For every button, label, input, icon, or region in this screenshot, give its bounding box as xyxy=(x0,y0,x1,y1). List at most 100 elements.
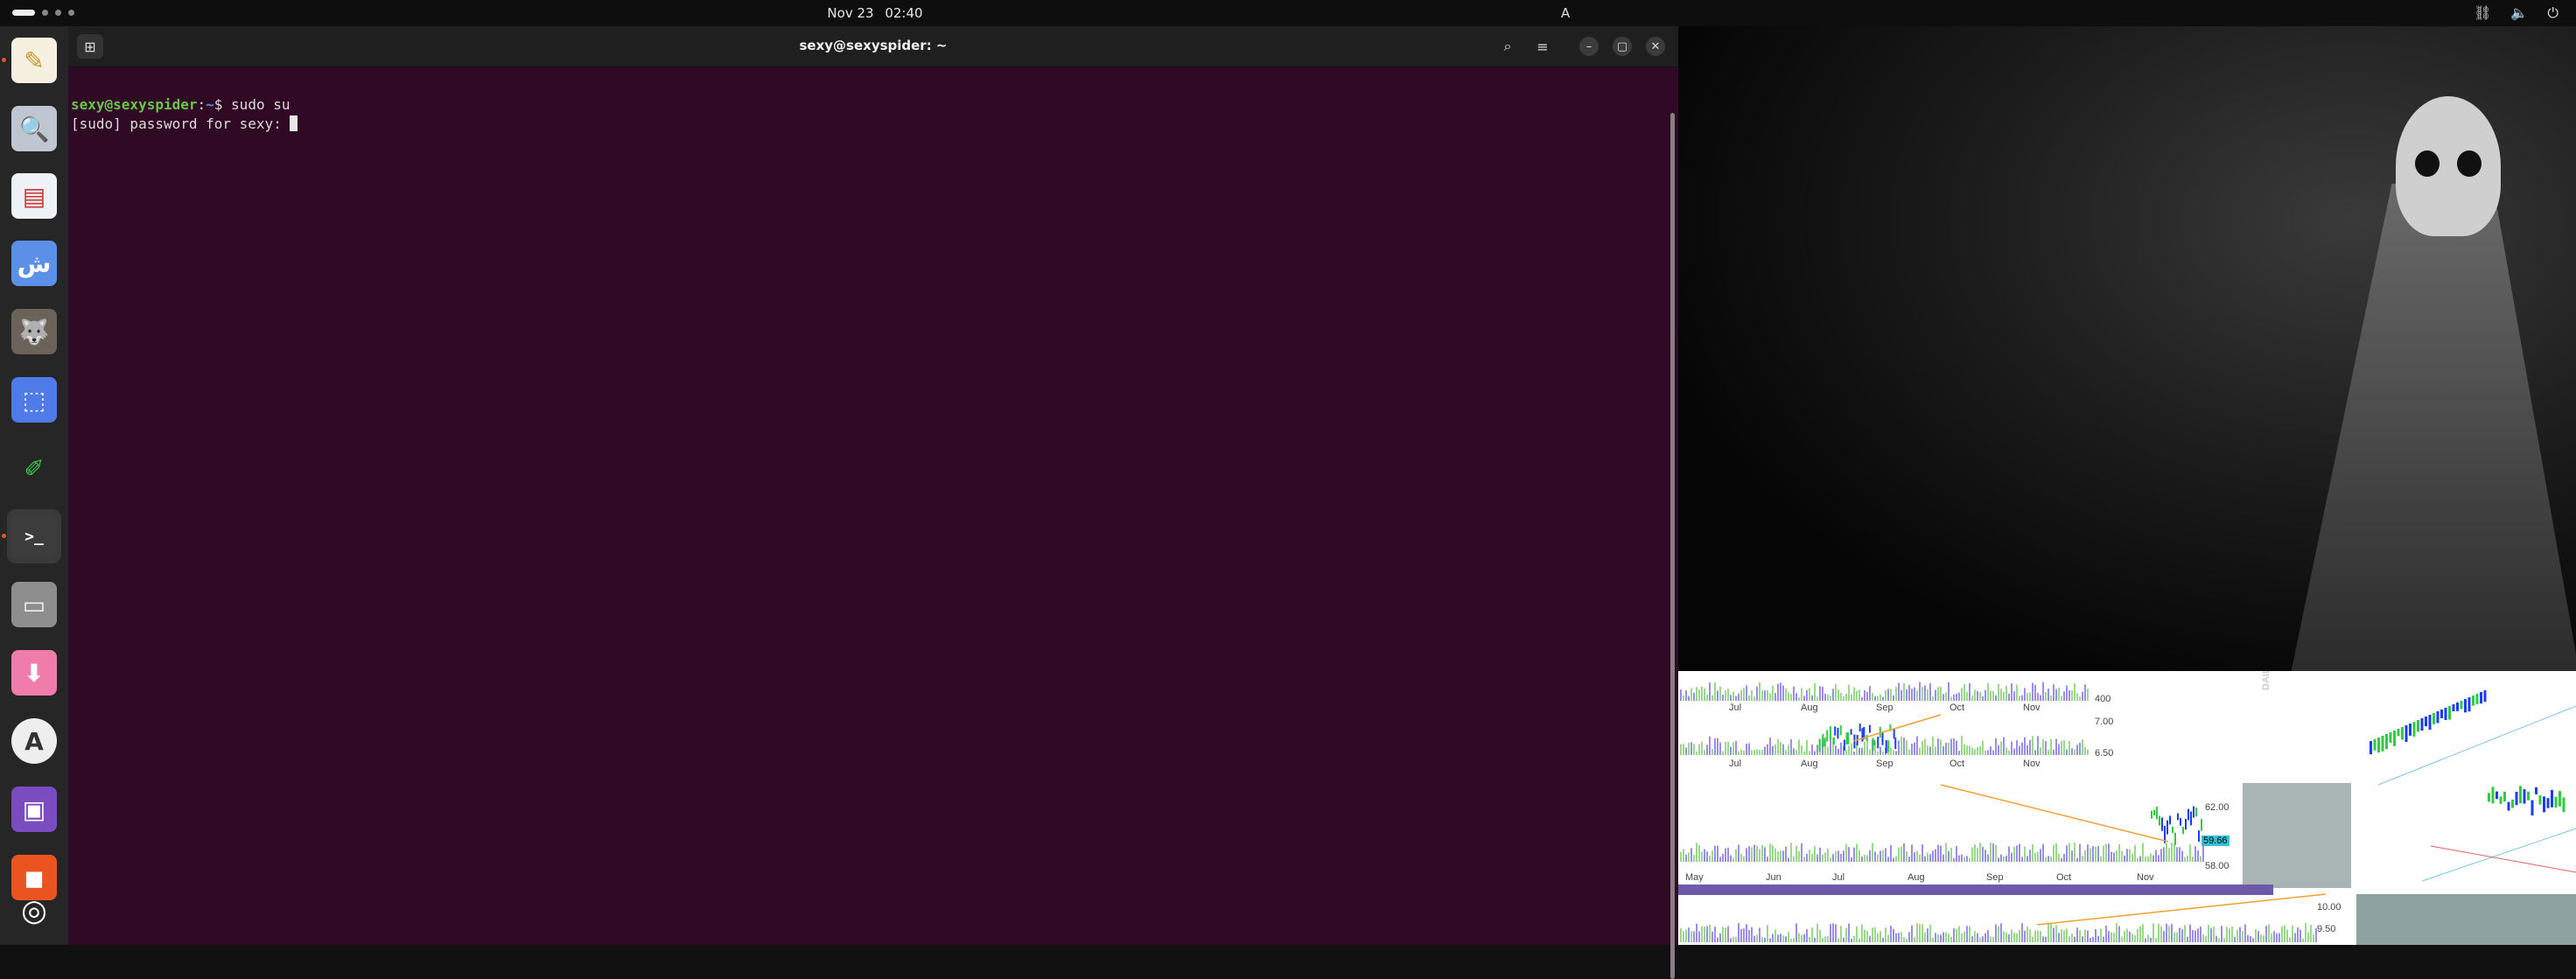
volume-bar xyxy=(2234,936,2236,942)
dock-document-viewer[interactable]: ▤ xyxy=(7,169,61,223)
volume-bar xyxy=(1974,844,1976,862)
dock-terminal[interactable]: >_ xyxy=(7,509,61,563)
volume-bar xyxy=(2273,931,2275,942)
volume-bar xyxy=(1840,692,1842,701)
volume-bar xyxy=(1843,937,1844,942)
volume-bar xyxy=(1777,738,1779,755)
volume-bar xyxy=(1769,843,1771,862)
volume-icon: 🔈 xyxy=(2510,4,2529,21)
candle xyxy=(2523,789,2526,804)
volume-bar xyxy=(1977,847,1978,862)
maximize-button[interactable]: ▢ xyxy=(1613,37,1632,56)
volume-bar xyxy=(1685,929,1687,942)
volume-bar xyxy=(1824,852,1826,862)
volume-bar xyxy=(2184,925,2186,942)
volume-bar xyxy=(2158,855,2160,862)
volume-bar xyxy=(1984,933,1986,942)
scrollbar[interactable] xyxy=(1670,113,1675,979)
volume-bar xyxy=(2145,938,2146,942)
volume-bar xyxy=(2197,850,2199,862)
volume-bar xyxy=(2181,929,2183,942)
volume-bar xyxy=(2100,856,2102,862)
dock-screenshot[interactable]: ⬚ xyxy=(7,373,61,427)
volume-bar xyxy=(1924,856,1926,862)
volume-bar xyxy=(2076,745,2078,755)
volume-bar xyxy=(1945,692,1947,701)
dock-installer[interactable]: ⬇ xyxy=(7,646,61,700)
volume-bar xyxy=(2008,693,2010,701)
volume-bar xyxy=(1712,695,1713,701)
volume-bar xyxy=(2053,749,2054,755)
stock-charts-window[interactable]: 400 Jul Aug Sep Oct Nov 7.00 6.50 Jul Au… xyxy=(1678,671,2576,945)
volume-bar xyxy=(1872,693,1873,701)
dock-show-apps[interactable]: ◎ xyxy=(7,884,61,938)
system-tray[interactable]: ⛓ 🔈 ⏻ xyxy=(2474,4,2558,22)
volume-bar xyxy=(1882,937,1884,942)
volume-bar xyxy=(1788,692,1789,701)
volume-bar xyxy=(2034,852,2036,862)
volume-bar xyxy=(1712,850,1713,862)
volume-bar xyxy=(2079,696,2081,701)
volume-bar xyxy=(2152,923,2154,942)
terminal-window[interactable]: ⊞ sexy@sexyspider: ~ ⌕ ≡ – ▢ ✕ sexy@sexy… xyxy=(68,26,1678,979)
dock-keyboard-layout[interactable]: ش xyxy=(7,236,61,290)
text-cursor xyxy=(290,115,298,131)
volume-bar xyxy=(1903,843,1905,862)
dock-image-viewer[interactable]: 🔍 xyxy=(7,101,61,156)
volume-bar xyxy=(2074,749,2076,755)
close-button[interactable]: ✕ xyxy=(1646,37,1665,56)
volume-bar xyxy=(1722,694,1724,701)
volume-bar xyxy=(1911,743,1913,755)
volume-bar xyxy=(2137,928,2138,942)
volume-bar xyxy=(1727,847,1729,862)
dock-gimp[interactable]: 🐺 xyxy=(7,304,61,359)
sudo-password-prompt: [sudo] password for sexy: xyxy=(71,115,290,132)
volume-bar xyxy=(2105,843,2107,862)
terminal-header-bar[interactable]: ⊞ sexy@sexyspider: ~ ⌕ ≡ – ▢ ✕ xyxy=(68,26,1678,67)
volume-bar xyxy=(1953,928,1955,942)
clock[interactable]: Nov 23 02:40 xyxy=(0,5,1750,21)
volume-bar xyxy=(2250,936,2251,942)
keyboard-indicator[interactable]: A xyxy=(1561,5,1570,21)
dock: ✎ 🔍 ▤ ش 🐺 ⬚ ✐ >_ ▭ ⬇ A ▣ ◼ ◎ xyxy=(0,26,68,945)
volume-bar xyxy=(2037,851,2039,862)
menu-button[interactable]: ≡ xyxy=(1530,34,1556,59)
volume-bar xyxy=(1761,750,1763,755)
volume-bar xyxy=(2058,744,2060,755)
volume-bar xyxy=(1830,857,1831,862)
candle xyxy=(1847,732,1850,745)
dock-color-picker[interactable]: ✐ xyxy=(7,441,61,495)
volume-bar xyxy=(1864,929,1866,942)
dock-software[interactable]: A xyxy=(7,714,61,768)
candle xyxy=(2488,793,2490,802)
terminal-content[interactable]: sexy@sexyspider:~$ sudo su [sudo] passwo… xyxy=(68,67,1678,979)
search-button[interactable]: ⌕ xyxy=(1494,34,1521,59)
volume-bar xyxy=(1725,741,1726,755)
volume-bar xyxy=(2095,846,2096,862)
dock-remote-desktop[interactable]: ▣ xyxy=(7,782,61,836)
volume-bar xyxy=(2200,927,2202,942)
volume-bar xyxy=(2118,843,2120,862)
volume-bar xyxy=(1696,923,1698,942)
minimize-button[interactable]: – xyxy=(1579,37,1599,56)
volume-bar xyxy=(1774,744,1776,755)
volume-bar xyxy=(1709,682,1711,701)
volume-bar xyxy=(1914,937,1915,942)
search-icon: ⌕ xyxy=(1503,38,1512,54)
volume-bar xyxy=(1895,687,1897,701)
volume-bar xyxy=(1858,850,1860,862)
volume-bar xyxy=(1966,691,1968,701)
volume-bar xyxy=(1782,935,1784,942)
volume-bar xyxy=(1898,847,1900,862)
volume-bar xyxy=(2053,845,2054,862)
volume-bar xyxy=(1714,927,1716,942)
volume-bar xyxy=(1740,928,1742,942)
volume-bar xyxy=(1798,933,1800,942)
volume-bar xyxy=(2247,934,2249,942)
volume-bar xyxy=(1890,689,1892,701)
dock-files[interactable]: ▭ xyxy=(7,577,61,632)
volume-bar xyxy=(1704,750,1705,755)
dock-text-editor[interactable]: ✎ xyxy=(7,33,61,87)
volume-bar xyxy=(1832,689,1834,701)
volume-bar xyxy=(2092,936,2094,942)
